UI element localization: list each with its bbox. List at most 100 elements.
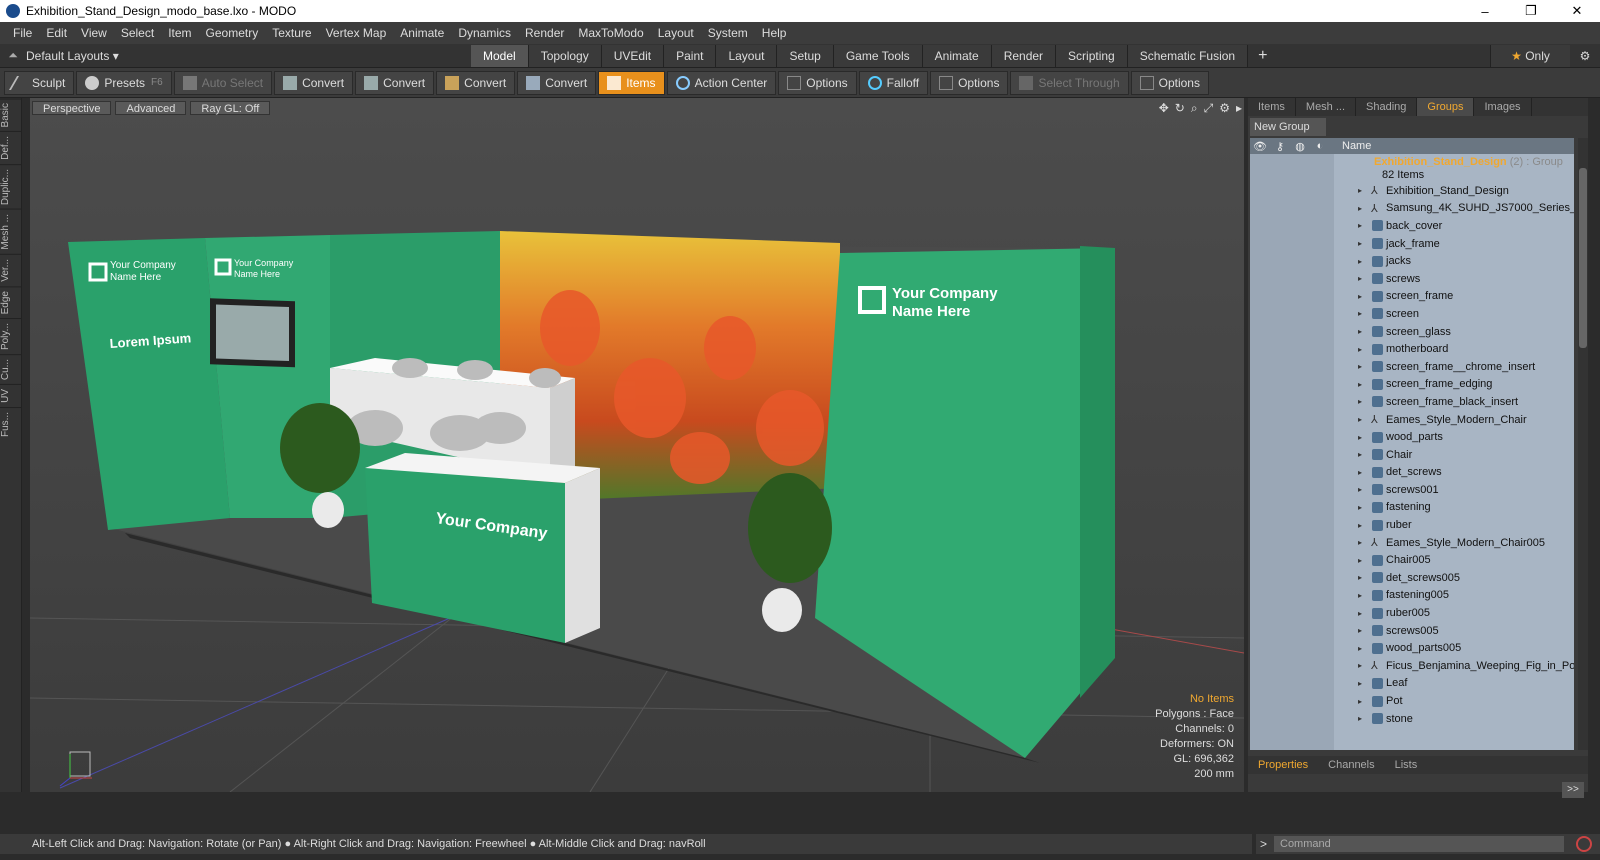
expand-arrow-icon[interactable]: ▸ bbox=[1358, 626, 1362, 635]
tab-model[interactable]: Model bbox=[471, 44, 529, 67]
sculpt-button[interactable]: Sculpt bbox=[4, 70, 75, 95]
panel-tab-items[interactable]: Items bbox=[1248, 98, 1296, 116]
expand-arrow-icon[interactable]: ▸ bbox=[1358, 380, 1362, 389]
left-tab-6[interactable]: Poly... bbox=[0, 318, 22, 355]
move-icon[interactable]: ✥ bbox=[1159, 101, 1169, 116]
menu-help[interactable]: Help bbox=[755, 26, 794, 40]
zoom-icon[interactable]: ⌕ bbox=[1191, 101, 1198, 116]
select-icon[interactable]: ◐ bbox=[1310, 140, 1330, 152]
tree-row[interactable]: ▸ Chair005 bbox=[1250, 551, 1574, 569]
expand-icon[interactable]: ▸ bbox=[1236, 101, 1242, 116]
expand-arrow-icon[interactable]: ▸ bbox=[1358, 221, 1362, 230]
expand-arrow-icon[interactable]: ▸ bbox=[1358, 679, 1362, 688]
menu-file[interactable]: File bbox=[6, 26, 39, 40]
expand-arrow-icon[interactable]: ▸ bbox=[1358, 573, 1362, 582]
menu-edit[interactable]: Edit bbox=[39, 26, 74, 40]
expand-arrow-icon[interactable]: ▸ bbox=[1358, 468, 1362, 477]
prop-tab-channels[interactable]: Channels bbox=[1318, 759, 1384, 771]
only-button[interactable]: ★ Only bbox=[1490, 44, 1570, 67]
tree-row[interactable]: ▸ screws bbox=[1250, 270, 1574, 288]
expand-arrow-icon[interactable]: ▸ bbox=[1358, 309, 1362, 318]
expand-arrow-icon[interactable]: ▸ bbox=[1358, 538, 1362, 547]
left-tab-5[interactable]: Edge bbox=[0, 285, 22, 319]
tree-row[interactable]: ▸ ⅄ Ficus_Benjamina_Weeping_Fig_in_Pot bbox=[1250, 657, 1574, 675]
left-tab-7[interactable]: Cu... bbox=[0, 354, 22, 385]
rotate-icon[interactable]: ↻ bbox=[1175, 101, 1185, 116]
left-tab-2[interactable]: Duplic... bbox=[0, 164, 22, 210]
tree-row[interactable]: ▸ Chair bbox=[1250, 446, 1574, 464]
auto-select-button[interactable]: Auto Select bbox=[173, 70, 273, 95]
tree-row[interactable]: ▸ Leaf bbox=[1250, 675, 1574, 693]
maximize-button[interactable]: ❐ bbox=[1508, 3, 1554, 19]
menu-animate[interactable]: Animate bbox=[393, 26, 451, 40]
tree-row[interactable]: ▸ screws001 bbox=[1250, 481, 1574, 499]
tree-row[interactable]: ▸ wood_parts005 bbox=[1250, 639, 1574, 657]
menu-select[interactable]: Select bbox=[114, 26, 161, 40]
panel-tab-groups[interactable]: Groups bbox=[1417, 98, 1475, 116]
tab-layout[interactable]: Layout bbox=[716, 44, 778, 67]
panel-tab-mesh[interactable]: Mesh ... bbox=[1296, 98, 1357, 116]
convert-button-1[interactable]: Convert bbox=[274, 70, 354, 95]
tree-row[interactable]: ▸ ruber005 bbox=[1250, 604, 1574, 622]
add-tab-button[interactable]: + bbox=[1248, 47, 1277, 65]
raygl-dropdown[interactable]: Ray GL: Off bbox=[190, 101, 271, 115]
left-tab-4[interactable]: Ver... bbox=[0, 254, 22, 286]
convert-button-4[interactable]: Convert bbox=[517, 70, 597, 95]
tab-topology[interactable]: Topology bbox=[528, 44, 602, 67]
expand-arrow-icon[interactable]: ▸ bbox=[1358, 503, 1362, 512]
tree-row[interactable]: ▸ screen_frame_edging bbox=[1250, 376, 1574, 394]
tab-paint[interactable]: Paint bbox=[664, 44, 717, 67]
tree-row[interactable]: ▸ ⅄ Eames_Style_Modern_Chair bbox=[1250, 411, 1574, 429]
tree-row[interactable]: ▸ fastening005 bbox=[1250, 587, 1574, 605]
convert-button-2[interactable]: Convert bbox=[355, 70, 435, 95]
tree-row[interactable]: ▸ ⅄ Exhibition_Stand_Design bbox=[1250, 182, 1574, 200]
left-tab-8[interactable]: UV bbox=[0, 384, 22, 408]
expand-arrow-icon[interactable]: ▸ bbox=[1358, 274, 1362, 283]
tree-row[interactable]: ▸ jack_frame bbox=[1250, 235, 1574, 253]
tree-row[interactable]: ▸ ⅄ Eames_Style_Modern_Chair005 bbox=[1250, 534, 1574, 552]
panel-tab-images[interactable]: Images bbox=[1474, 98, 1532, 116]
menu-geometry[interactable]: Geometry bbox=[199, 26, 266, 40]
tree-row[interactable]: ▸ back_cover bbox=[1250, 217, 1574, 235]
expand-arrow-icon[interactable]: ▸ bbox=[1358, 327, 1362, 336]
menu-system[interactable]: System bbox=[701, 26, 755, 40]
expand-arrow-icon[interactable]: ▸ bbox=[1358, 485, 1362, 494]
tree-row[interactable]: ▸ motherboard bbox=[1250, 340, 1574, 358]
prop-tab-properties[interactable]: Properties bbox=[1248, 759, 1318, 771]
expand-arrow-icon[interactable]: ▸ bbox=[1358, 591, 1362, 600]
tab-setup[interactable]: Setup bbox=[777, 44, 834, 67]
items-button[interactable]: Items bbox=[598, 70, 665, 95]
lock-icon[interactable]: ⚷ bbox=[1270, 140, 1290, 153]
left-tab-1[interactable]: Def... bbox=[0, 131, 22, 165]
tree-row[interactable]: ▸ ⅄ Samsung_4K_SUHD_JS7000_Series_... bbox=[1250, 200, 1574, 218]
gear-icon[interactable]: ⚙ bbox=[1219, 101, 1230, 116]
prop-tab-lists[interactable]: Lists bbox=[1385, 759, 1428, 771]
expand-arrow-icon[interactable]: ▸ bbox=[1358, 257, 1362, 266]
name-column[interactable]: Name bbox=[1342, 140, 1371, 152]
tab-animate[interactable]: Animate bbox=[922, 44, 992, 67]
tree-row[interactable]: ▸ ruber bbox=[1250, 516, 1574, 534]
expand-arrow-icon[interactable]: ▸ bbox=[1358, 186, 1362, 195]
eye-icon[interactable]: 👁 bbox=[1250, 140, 1270, 153]
panel-tab-shading[interactable]: Shading bbox=[1356, 98, 1418, 116]
expand-arrow-icon[interactable]: ▸ bbox=[1358, 609, 1362, 618]
expand-arrow-icon[interactable]: ▸ bbox=[1358, 661, 1362, 670]
left-tab-0[interactable]: Basic bbox=[0, 98, 22, 132]
expand-arrow-icon[interactable]: ▸ bbox=[1358, 397, 1362, 406]
3d-viewport[interactable]: Your Company Name Here Your Company Name… bbox=[30, 98, 1244, 792]
expand-button[interactable]: >> bbox=[1562, 782, 1584, 798]
scrollbar-thumb[interactable] bbox=[1579, 168, 1587, 348]
menu-render[interactable]: Render bbox=[518, 26, 571, 40]
pin-icon[interactable]: ⏶ bbox=[0, 48, 26, 63]
gear-icon[interactable]: ⚙ bbox=[1570, 49, 1600, 63]
layouts-dropdown[interactable]: Default Layouts ▾ bbox=[26, 49, 146, 63]
options-button-3[interactable]: Options bbox=[1130, 70, 1209, 95]
menu-vertex-map[interactable]: Vertex Map bbox=[319, 26, 394, 40]
tab-schematic-fusion[interactable]: Schematic Fusion bbox=[1127, 44, 1249, 67]
expand-arrow-icon[interactable]: ▸ bbox=[1358, 345, 1362, 354]
expand-arrow-icon[interactable]: ▸ bbox=[1358, 292, 1362, 301]
options-button-1[interactable]: Options bbox=[778, 70, 857, 95]
tree-row[interactable]: ▸ det_screws005 bbox=[1250, 569, 1574, 587]
expand-arrow-icon[interactable]: ▸ bbox=[1358, 644, 1362, 653]
left-tab-9[interactable]: Fus... bbox=[0, 407, 22, 442]
